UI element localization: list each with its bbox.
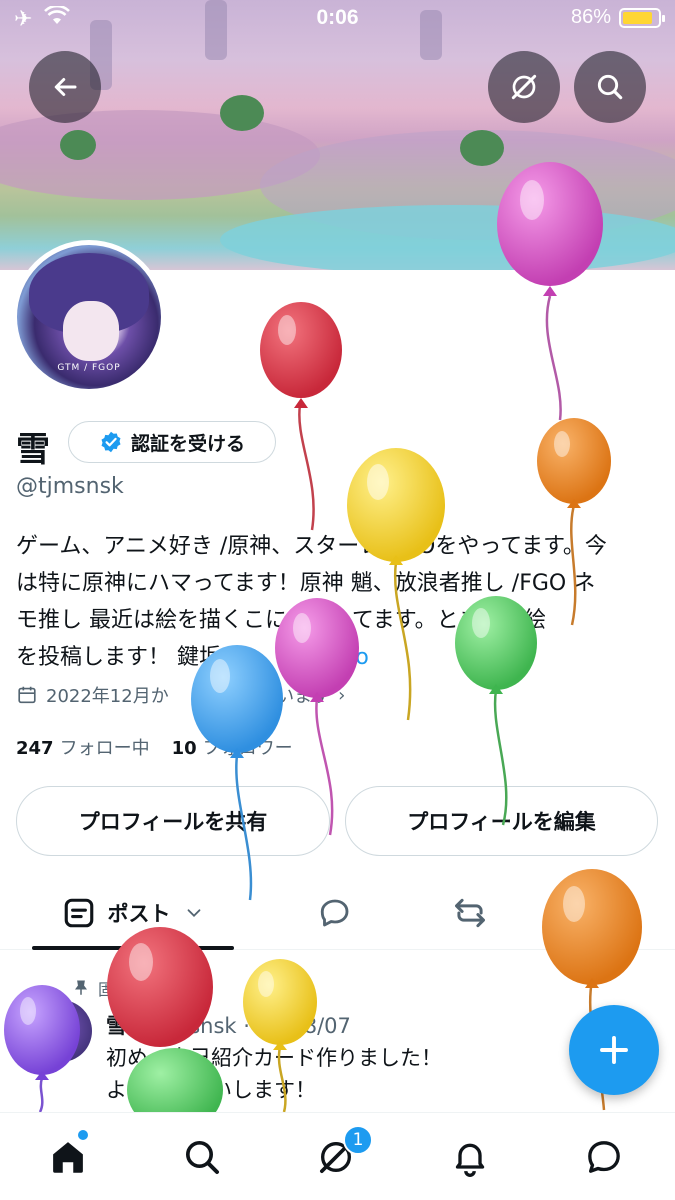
tab-posts-label: ポスト: [107, 902, 171, 926]
verified-badge-icon: [101, 431, 121, 453]
get-verified-button[interactable]: 認証を受ける: [68, 421, 276, 463]
bio-link[interactable]: @ 18o: [239, 645, 368, 670]
home-unread-dot: [78, 1130, 88, 1140]
post-line: 初め 自己紹介カード作りました！: [106, 1046, 442, 1070]
post-header: 雪 @tjmsnsk · 24/08/07: [106, 1010, 351, 1040]
followers-label: フォロワー: [202, 738, 293, 759]
back-arrow-icon: [54, 78, 77, 96]
profile-name: 雪: [16, 430, 50, 470]
pinned-label: 固: [98, 980, 115, 999]
get-verified-label: 認証を受ける: [130, 432, 245, 455]
back-button[interactable]: [29, 51, 101, 123]
reply-icon: [320, 899, 349, 927]
nav-messages[interactable]: [580, 1133, 628, 1181]
grok-button[interactable]: [488, 51, 560, 123]
compose-post-button[interactable]: [569, 1005, 659, 1095]
calendar-icon: [18, 686, 36, 704]
balloon-red: [260, 302, 342, 398]
status-bar: ✈ 0:06 86%: [0, 0, 675, 38]
battery-icon: [619, 7, 665, 28]
joined-date[interactable]: 2022年12月か 用しています ›: [16, 682, 345, 708]
nav-search[interactable]: [178, 1133, 226, 1181]
nav-notifications[interactable]: [446, 1133, 494, 1181]
profile-banner[interactable]: [0, 0, 675, 270]
repost-icon: [455, 898, 485, 928]
search-button[interactable]: [574, 51, 646, 123]
post-text: 初め 自己紹介カード作りました！ よ 願いします！: [106, 1042, 586, 1106]
home-icon: [53, 1142, 83, 1173]
post-line: よ 願いします！: [106, 1078, 316, 1102]
post-author: 雪: [106, 1014, 127, 1038]
following-label: フォロー中: [59, 738, 150, 759]
bio-line: を投稿します！ 鍵垢→: [16, 645, 240, 670]
profile-handle: @tjmsnsk: [16, 474, 124, 499]
follow-stats: 247 フォロー中 10 フォロワー: [16, 734, 293, 760]
bottom-navigation: [0, 1112, 675, 1200]
battery-percent: 86%: [570, 6, 611, 28]
tab-replies[interactable]: [300, 876, 370, 950]
chevron-down-icon[interactable]: [183, 902, 205, 924]
profile-tabs: ポスト: [0, 876, 675, 950]
plus-icon: [600, 1036, 628, 1064]
followers-link[interactable]: 10 フォロワー: [172, 734, 293, 760]
grok-badge: 1: [343, 1125, 373, 1155]
bio-line: ゲーム、アニメ好き /原神、スターレ FGOをやってます。今: [16, 534, 607, 559]
posts-icon: [64, 898, 93, 928]
nav-home[interactable]: [44, 1133, 92, 1181]
grok-icon: [511, 74, 537, 100]
post-avatar[interactable]: [30, 1000, 92, 1062]
avatar-caption: GTM / FGOP: [57, 363, 121, 373]
following-link[interactable]: 247 フォロー中: [16, 734, 150, 760]
search-icon: [186, 1141, 219, 1174]
tab-posts[interactable]: ポスト: [32, 876, 234, 950]
profile-bio: ゲーム、アニメ好き /原神、スターレ FGOをやってます。今 は特に原神にハマっ…: [16, 528, 656, 676]
bio-line: は特に原神にハマってます！原神 魈、放浪者推し /FGO ネ: [16, 571, 596, 596]
messages-icon: [588, 1141, 620, 1173]
tab-reposts[interactable]: [435, 876, 505, 950]
pin-icon: [75, 980, 87, 995]
search-icon: [597, 74, 623, 100]
post-meta: @tjmsnsk · 24/08/07: [133, 1014, 351, 1038]
joined-text: 2022年12月か 用しています: [46, 686, 331, 707]
edit-profile-button[interactable]: プロフィールを編集: [345, 786, 658, 856]
chevron-right-icon: ›: [338, 684, 346, 706]
bio-line: モ推し 最近は絵を描くこにハマってます。ときどき絵: [16, 608, 546, 633]
share-profile-button[interactable]: プロフィールを共有: [16, 786, 330, 856]
balloon-orange-right: [537, 418, 611, 504]
following-count: 247: [16, 738, 54, 759]
active-tab-indicator: [32, 946, 234, 950]
pinned-indicator: 固: [72, 976, 114, 1000]
bell-icon: [455, 1143, 485, 1177]
followers-count: 10: [171, 738, 197, 759]
profile-avatar[interactable]: GTM / FGOP: [12, 240, 166, 394]
